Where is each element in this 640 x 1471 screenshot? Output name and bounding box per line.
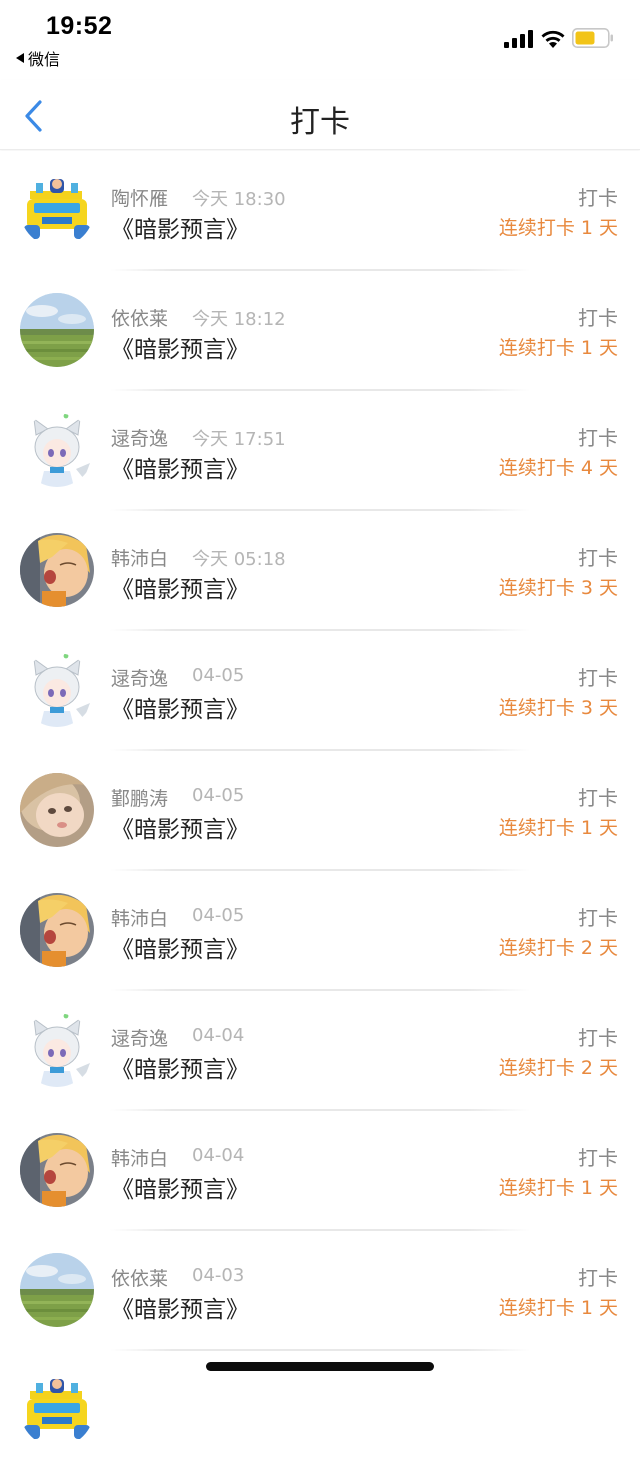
streak-text: 连续打卡 2 天 xyxy=(498,937,618,959)
user-name: 依依莱 xyxy=(111,308,169,330)
streak-text: 连续打卡 1 天 xyxy=(498,217,618,239)
back-app-label: 微信 xyxy=(28,50,61,69)
book-title: 《暗影预言》 xyxy=(111,1177,249,1203)
user-name: 逯奇逸 xyxy=(111,1028,169,1050)
avatar[interactable] xyxy=(20,893,94,967)
list-item[interactable]: 韩沛白 04-05 《暗影预言》 打卡 连续打卡 2 天 xyxy=(0,871,640,991)
book-title: 《暗影预言》 xyxy=(111,937,249,963)
user-name: 韩沛白 xyxy=(111,548,169,570)
book-title: 《暗影预言》 xyxy=(111,1297,249,1323)
book-title: 《暗影预言》 xyxy=(111,817,249,843)
checkin-date: 今天 18:12 xyxy=(192,309,286,330)
checkin-date: 今天 05:18 xyxy=(192,549,286,570)
checkin-label: 打卡 xyxy=(578,1146,618,1170)
checkin-list: 陶怀雁 今天 18:30 《暗影预言》 打卡 连续打卡 1 天 依依莱 今天 1… xyxy=(0,151,640,1471)
checkin-label: 打卡 xyxy=(578,306,618,330)
list-item[interactable]: 韩沛白 今天 05:18 《暗影预言》 打卡 连续打卡 3 天 xyxy=(0,511,640,631)
checkin-label: 打卡 xyxy=(578,426,618,450)
checkin-date: 04-05 xyxy=(192,905,245,926)
page-title: 打卡 xyxy=(290,105,350,140)
list-item[interactable]: 逯奇逸 04-04 《暗影预言》 打卡 连续打卡 2 天 xyxy=(0,991,640,1111)
streak-text: 连续打卡 3 天 xyxy=(498,697,618,719)
avatar[interactable] xyxy=(20,413,94,487)
avatar[interactable] xyxy=(20,173,94,247)
status-time: 19:52 xyxy=(46,12,113,40)
list-item[interactable]: 依依莱 04-03 《暗影预言》 打卡 连续打卡 1 天 xyxy=(0,1231,640,1351)
avatar[interactable] xyxy=(20,1133,94,1207)
book-title: 《暗影预言》 xyxy=(111,697,249,723)
checkin-date: 04-04 xyxy=(192,1145,245,1166)
back-triangle-icon xyxy=(16,53,24,63)
list-item[interactable]: 逯奇逸 今天 17:51 《暗影预言》 打卡 连续打卡 4 天 xyxy=(0,391,640,511)
streak-text: 连续打卡 2 天 xyxy=(498,1057,618,1079)
user-name: 逯奇逸 xyxy=(111,428,169,450)
streak-text: 连续打卡 1 天 xyxy=(498,1177,618,1199)
book-title: 《暗影预言》 xyxy=(111,577,249,603)
avatar[interactable] xyxy=(20,1253,94,1327)
checkin-label: 打卡 xyxy=(578,666,618,690)
checkin-label: 打卡 xyxy=(578,786,618,810)
user-name: 陶怀雁 xyxy=(111,188,169,210)
list-item[interactable]: 依依莱 今天 18:12 《暗影预言》 打卡 连续打卡 1 天 xyxy=(0,271,640,391)
battery-icon xyxy=(572,28,613,48)
checkin-date: 04-05 xyxy=(192,785,245,806)
book-title: 《暗影预言》 xyxy=(111,337,249,363)
user-name: 韩沛白 xyxy=(111,1148,169,1170)
checkin-date: 04-05 xyxy=(192,665,245,686)
checkin-label: 打卡 xyxy=(578,546,618,570)
nav-bar: 打卡 xyxy=(0,80,640,150)
list-item[interactable]: 韩沛白 04-04 《暗影预言》 打卡 连续打卡 1 天 xyxy=(0,1111,640,1231)
book-title: 《暗影预言》 xyxy=(111,217,249,243)
streak-text: 连续打卡 1 天 xyxy=(498,337,618,359)
user-name: 鄞鹏涛 xyxy=(111,788,169,810)
user-name: 逯奇逸 xyxy=(111,668,169,690)
user-name: 韩沛白 xyxy=(111,908,169,930)
list-item[interactable]: 陶怀雁 今天 18:30 《暗影预言》 打卡 连续打卡 1 天 xyxy=(0,151,640,271)
checkin-date: 04-03 xyxy=(192,1265,245,1286)
list-item[interactable]: 鄞鹏涛 04-05 《暗影预言》 打卡 连续打卡 1 天 xyxy=(0,751,640,871)
checkin-date: 今天 18:30 xyxy=(192,189,286,210)
cellular-signal-icon xyxy=(504,30,533,48)
book-title: 《暗影预言》 xyxy=(111,457,249,483)
checkin-label: 打卡 xyxy=(578,1026,618,1050)
avatar[interactable] xyxy=(20,653,94,727)
checkin-date: 04-04 xyxy=(192,1025,245,1046)
home-indicator[interactable] xyxy=(206,1362,434,1371)
avatar[interactable] xyxy=(20,293,94,367)
list-item[interactable]: 逯奇逸 04-05 《暗影预言》 打卡 连续打卡 3 天 xyxy=(0,631,640,751)
streak-text: 连续打卡 1 天 xyxy=(498,1297,618,1319)
wifi-icon xyxy=(541,30,565,48)
streak-text: 连续打卡 3 天 xyxy=(498,577,618,599)
checkin-label: 打卡 xyxy=(578,186,618,210)
user-name: 依依莱 xyxy=(111,1268,169,1290)
streak-text: 连续打卡 4 天 xyxy=(498,457,618,479)
avatar[interactable] xyxy=(20,1373,94,1447)
book-title: 《暗影预言》 xyxy=(111,1057,249,1083)
avatar[interactable] xyxy=(20,1013,94,1087)
checkin-label: 打卡 xyxy=(578,1266,618,1290)
checkin-date: 今天 17:51 xyxy=(192,429,286,450)
checkin-label: 打卡 xyxy=(578,906,618,930)
back-to-app-link[interactable]: 微信 xyxy=(16,46,60,70)
streak-text: 连续打卡 1 天 xyxy=(498,817,618,839)
status-bar: 19:52 微信 xyxy=(0,0,640,80)
avatar[interactable] xyxy=(20,533,94,607)
avatar[interactable] xyxy=(20,773,94,847)
